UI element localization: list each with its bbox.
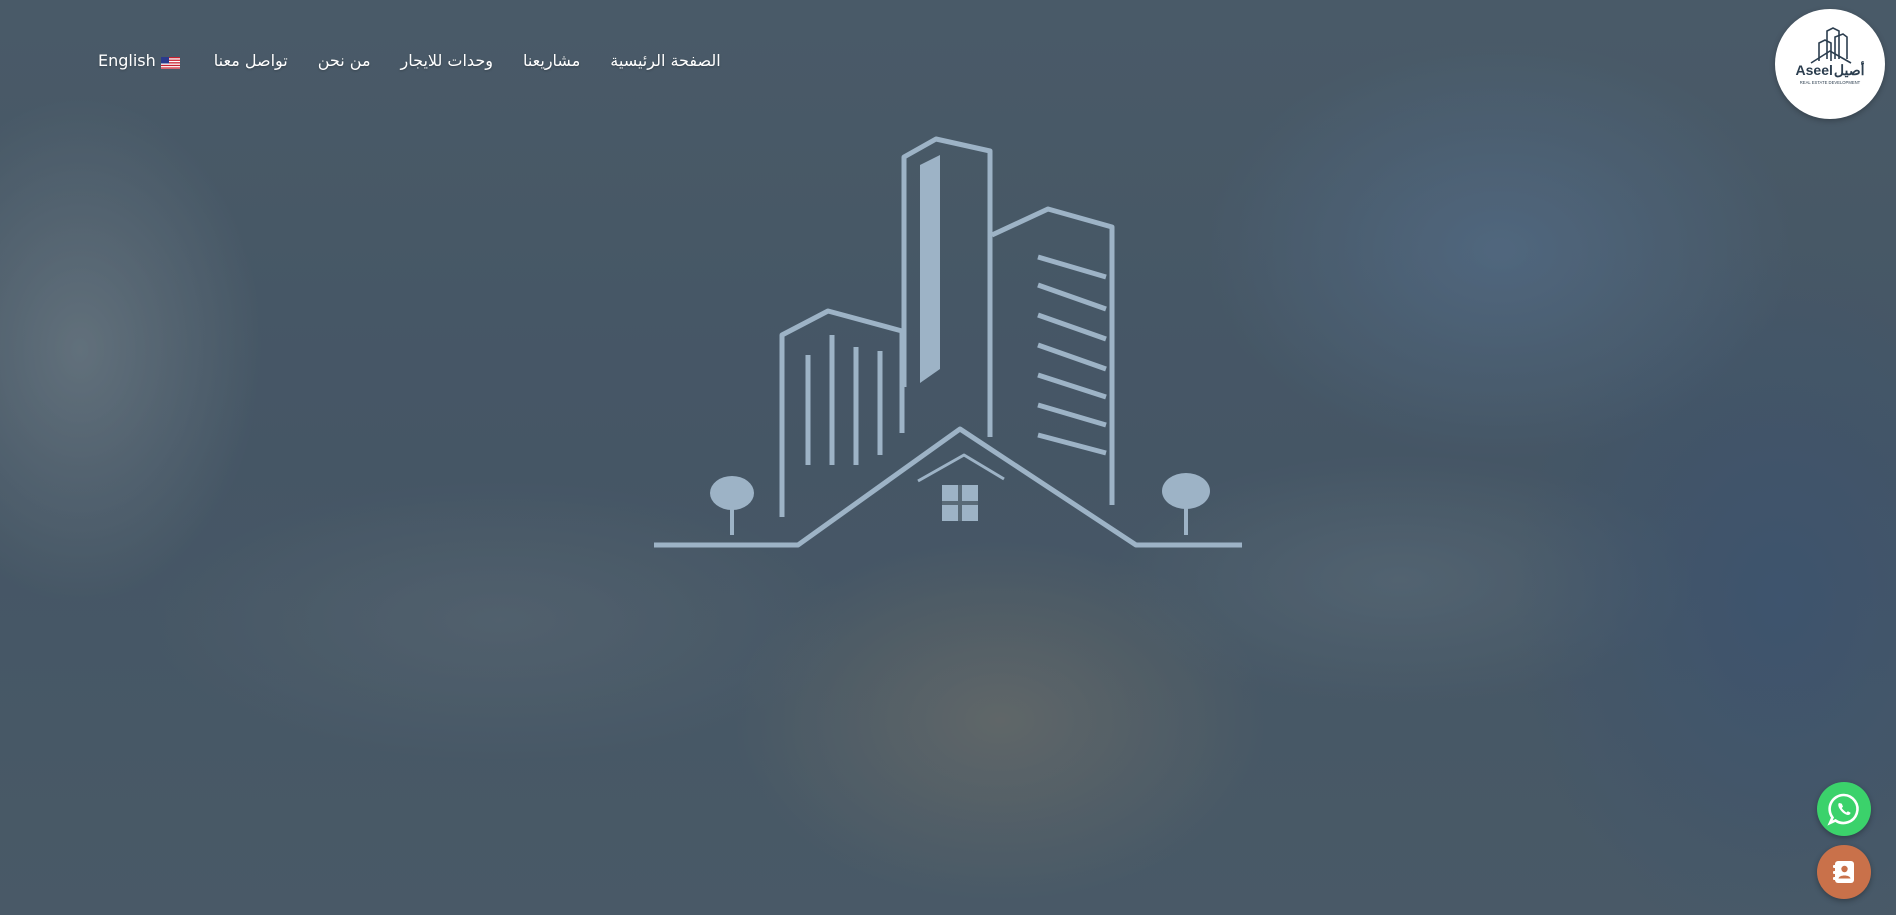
nav-rental-units[interactable]: وحدات للايجار (401, 51, 493, 70)
contact-book-button[interactable] (1817, 845, 1871, 899)
language-switch-english[interactable]: English (98, 51, 180, 70)
whatsapp-icon (1827, 793, 1859, 826)
logo-brand-ar: أصيل (1834, 60, 1865, 78)
nav-about-us[interactable]: من نحن (318, 51, 371, 70)
aseel-logo-icon: Aseelأصيل REAL ESTATE DEVELOPMENT (1796, 27, 1865, 85)
main-nav: English تواصل معنا من نحن وحدات للايجار … (98, 46, 751, 74)
whatsapp-button[interactable] (1817, 782, 1871, 836)
nav-contact-us[interactable]: تواصل معنا (214, 51, 288, 70)
building-logo-mark-icon (648, 135, 1248, 559)
logo-brand-en: Aseel (1796, 62, 1833, 78)
us-flag-icon (160, 54, 180, 69)
nav-projects[interactable]: مشاريعنا (523, 51, 580, 70)
contact-book-icon (1833, 861, 1854, 883)
nav-home[interactable]: الصفحة الرئيسية (610, 51, 720, 70)
language-label: English (98, 50, 156, 70)
site-logo[interactable]: Aseelأصيل REAL ESTATE DEVELOPMENT (1775, 9, 1885, 119)
svg-text:Aseelأصيل: Aseelأصيل (1796, 60, 1865, 78)
logo-tagline: REAL ESTATE DEVELOPMENT (1800, 80, 1861, 85)
